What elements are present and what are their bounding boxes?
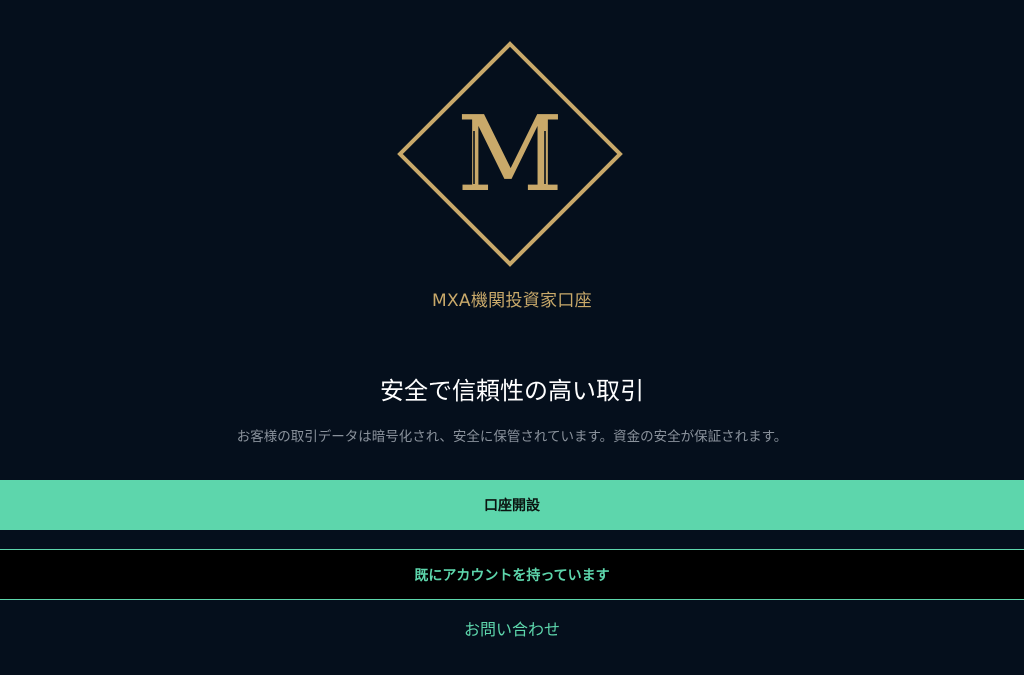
contact-link[interactable]: お問い合わせ bbox=[0, 617, 1024, 643]
open-account-button[interactable]: 口座開設 bbox=[0, 480, 1024, 530]
page-title: 安全で信頼性の高い取引 bbox=[380, 377, 644, 405]
diamond-monogram-logo: M bbox=[397, 41, 623, 267]
existing-account-button-label: 既にアカウントを持っています bbox=[414, 567, 610, 584]
security-description: お客様の取引データは暗号化され、安全に保管されています。資金の安全が保証されます… bbox=[236, 429, 788, 445]
open-account-button-label: 口座開設 bbox=[484, 498, 540, 514]
logo-letter: M bbox=[457, 93, 564, 215]
landing-page: M MXA機関投資家口座 安全で信頼性の高い取引 お客様の取引データは暗号化され… bbox=[0, 0, 1024, 675]
existing-account-button[interactable]: 既にアカウントを持っています bbox=[0, 549, 1024, 600]
brand-name: MXA機関投資家口座 bbox=[432, 291, 592, 311]
